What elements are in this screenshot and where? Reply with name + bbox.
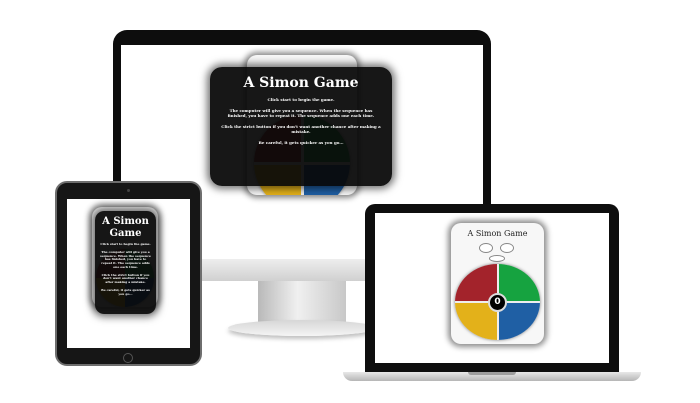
modal-text-strict: Click the strict button if you don't wan… (221, 124, 381, 134)
desktop-monitor-foot (228, 320, 376, 336)
modal-text-strict: Click the strict button if you don't wan… (101, 272, 150, 284)
tablet-instructions-modal: A Simon Game Click start to begin the ga… (95, 211, 156, 314)
score-counter: 0 (488, 293, 507, 312)
desktop-instructions-modal: A Simon Game Click start to begin the ga… (210, 67, 392, 186)
home-button-icon (123, 353, 133, 363)
modal-text-start: Click start to begin the game. (100, 242, 151, 246)
modal-text-sequence: The computer will give you a sequence. W… (100, 249, 151, 269)
desktop-monitor-stand (258, 281, 346, 323)
reset-button[interactable] (489, 255, 505, 262)
camera-icon (127, 189, 130, 192)
start-button[interactable] (479, 243, 493, 253)
modal-text-start: Click start to begin the game. (267, 97, 335, 102)
modal-title: A Simon Game (102, 216, 149, 239)
modal-title: A Simon Game (243, 75, 359, 91)
laptop-game-card: A Simon Game 0 (451, 223, 544, 344)
modal-text-sequence: The computer will give you a sequence. W… (227, 108, 375, 118)
game-title: A Simon Game (467, 229, 528, 238)
strict-button[interactable] (500, 243, 514, 253)
laptop-notch (468, 372, 516, 375)
modal-text-warning: Be careful, it gets quicker as you go... (258, 140, 344, 145)
modal-text-warning: Be careful, it gets quicker as you go... (101, 287, 150, 296)
